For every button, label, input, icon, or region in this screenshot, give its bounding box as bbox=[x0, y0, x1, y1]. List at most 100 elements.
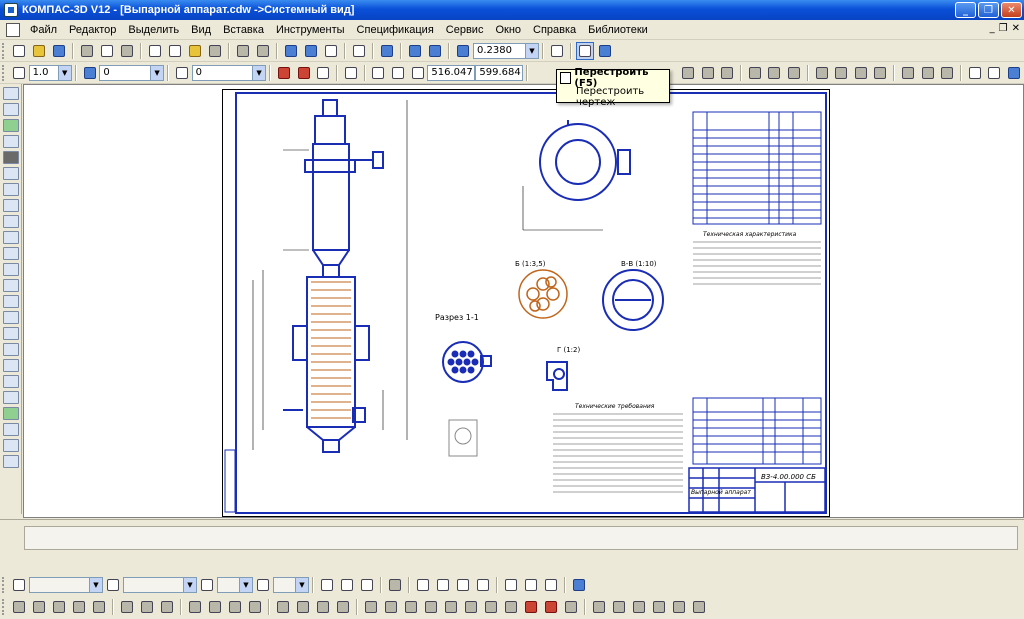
text-icon[interactable] bbox=[966, 64, 984, 82]
redraw-icon[interactable] bbox=[596, 42, 614, 60]
tool-icon[interactable] bbox=[3, 375, 19, 388]
minimize-button[interactable]: _ bbox=[955, 2, 976, 18]
tool-icon[interactable] bbox=[462, 598, 480, 616]
undo-icon[interactable] bbox=[234, 42, 252, 60]
print-icon[interactable] bbox=[78, 42, 96, 60]
scissors-icon[interactable] bbox=[146, 42, 164, 60]
menu-libraries[interactable]: Библиотеки bbox=[582, 24, 654, 36]
doc-restore-button[interactable]: ❐ bbox=[999, 23, 1008, 34]
line-width-combo[interactable]: 1.0 ▼ bbox=[28, 64, 72, 81]
doc-close-button[interactable]: ✕ bbox=[1012, 23, 1020, 34]
function-icon[interactable] bbox=[322, 42, 340, 60]
grid-icon[interactable] bbox=[342, 64, 360, 82]
cursor-y-field[interactable]: 599.684 bbox=[475, 64, 524, 81]
properties-content[interactable] bbox=[24, 526, 1018, 550]
menu-service[interactable]: Сервис bbox=[440, 24, 490, 36]
tool-icon[interactable] bbox=[294, 598, 312, 616]
tool-icon[interactable] bbox=[3, 439, 19, 452]
tool-icon[interactable] bbox=[70, 598, 88, 616]
spec-icon[interactable] bbox=[3, 215, 19, 228]
tool-icon[interactable] bbox=[186, 598, 204, 616]
rebuild-icon[interactable] bbox=[576, 41, 594, 60]
chevron-down-icon[interactable]: ▼ bbox=[183, 578, 196, 592]
align-center-icon[interactable] bbox=[434, 576, 452, 594]
spellcheck-icon[interactable] bbox=[1005, 64, 1023, 82]
spellcheck-icon[interactable] bbox=[570, 576, 588, 594]
angle-combo[interactable]: ▼ bbox=[273, 577, 309, 593]
chevron-down-icon[interactable]: ▼ bbox=[295, 578, 308, 592]
align-justify-icon[interactable] bbox=[474, 576, 492, 594]
table-icon[interactable] bbox=[986, 64, 1004, 82]
parametrize-icon[interactable] bbox=[3, 151, 19, 164]
tool-icon[interactable] bbox=[3, 279, 19, 292]
help-pointer-icon[interactable] bbox=[350, 42, 368, 60]
dimensions-icon[interactable] bbox=[3, 103, 19, 116]
chevron-down-icon[interactable]: ▼ bbox=[150, 65, 164, 80]
tool-icon[interactable] bbox=[118, 598, 136, 616]
tool-icon[interactable] bbox=[50, 598, 68, 616]
tool-icon[interactable] bbox=[30, 598, 48, 616]
param-icon[interactable] bbox=[679, 64, 697, 82]
format-painter-icon[interactable] bbox=[206, 42, 224, 60]
menu-help[interactable]: Справка bbox=[527, 24, 582, 36]
chevron-down-icon[interactable]: ▼ bbox=[252, 65, 266, 80]
menu-specification[interactable]: Спецификация bbox=[351, 24, 440, 36]
new-file-icon[interactable] bbox=[10, 42, 28, 60]
zoom-out-icon[interactable] bbox=[426, 42, 444, 60]
layer-icon[interactable] bbox=[81, 64, 99, 82]
tool-icon[interactable] bbox=[542, 598, 560, 616]
toolbar-grip[interactable] bbox=[2, 577, 6, 593]
tool-icon[interactable] bbox=[630, 598, 648, 616]
style-combo[interactable]: 0 ▼ bbox=[191, 64, 267, 81]
manager-icon[interactable] bbox=[282, 42, 300, 60]
tool-icon[interactable] bbox=[3, 311, 19, 324]
menu-select[interactable]: Выделить bbox=[122, 24, 185, 36]
tool-icon[interactable] bbox=[334, 598, 352, 616]
tool-icon[interactable] bbox=[10, 598, 28, 616]
height-icon[interactable] bbox=[198, 576, 216, 594]
tool-icon[interactable] bbox=[3, 327, 19, 340]
tool-icon[interactable] bbox=[562, 598, 580, 616]
menu-window[interactable]: Окно bbox=[489, 24, 527, 36]
menu-tools[interactable]: Инструменты bbox=[270, 24, 351, 36]
param-icon[interactable] bbox=[919, 64, 937, 82]
menu-view[interactable]: Вид bbox=[185, 24, 217, 36]
param-icon[interactable] bbox=[852, 64, 870, 82]
param-icon[interactable] bbox=[832, 64, 850, 82]
tool-icon[interactable] bbox=[482, 598, 500, 616]
chevron-down-icon[interactable]: ▼ bbox=[525, 43, 538, 58]
underline-icon[interactable] bbox=[358, 576, 376, 594]
chevron-down-icon[interactable]: ▼ bbox=[89, 578, 102, 592]
geometry-icon[interactable] bbox=[3, 87, 19, 100]
list-icon[interactable] bbox=[542, 576, 560, 594]
cursor-coords-icon[interactable] bbox=[409, 64, 427, 82]
align-left-icon[interactable] bbox=[414, 576, 432, 594]
close-button[interactable]: ✕ bbox=[1001, 2, 1022, 18]
doc-minimize-button[interactable]: _ bbox=[990, 23, 995, 34]
tool-icon[interactable] bbox=[670, 598, 688, 616]
tool-icon[interactable] bbox=[422, 598, 440, 616]
tool-icon[interactable] bbox=[3, 343, 19, 356]
tool-icon[interactable] bbox=[3, 455, 19, 468]
italic-icon[interactable] bbox=[318, 576, 336, 594]
local-cs-icon[interactable] bbox=[370, 64, 388, 82]
menu-file[interactable]: Файл bbox=[24, 24, 63, 36]
color-icon[interactable] bbox=[386, 576, 404, 594]
param-icon[interactable] bbox=[746, 64, 764, 82]
restore-button[interactable]: ❐ bbox=[978, 2, 999, 18]
tool-icon[interactable] bbox=[246, 598, 264, 616]
symbols-icon[interactable] bbox=[3, 119, 19, 132]
open-folder-icon[interactable] bbox=[30, 42, 48, 60]
tool-icon[interactable] bbox=[690, 598, 708, 616]
tool-icon[interactable] bbox=[3, 263, 19, 276]
save-icon[interactable] bbox=[50, 42, 68, 60]
variables-icon[interactable] bbox=[302, 42, 320, 60]
tool-icon[interactable] bbox=[3, 295, 19, 308]
tool-icon[interactable] bbox=[650, 598, 668, 616]
param-icon[interactable] bbox=[938, 64, 956, 82]
angle-icon[interactable] bbox=[254, 576, 272, 594]
tool-icon[interactable] bbox=[274, 598, 292, 616]
magnet-icon[interactable] bbox=[295, 64, 313, 82]
font-size-icon[interactable] bbox=[104, 576, 122, 594]
edit-icon[interactable] bbox=[3, 135, 19, 148]
